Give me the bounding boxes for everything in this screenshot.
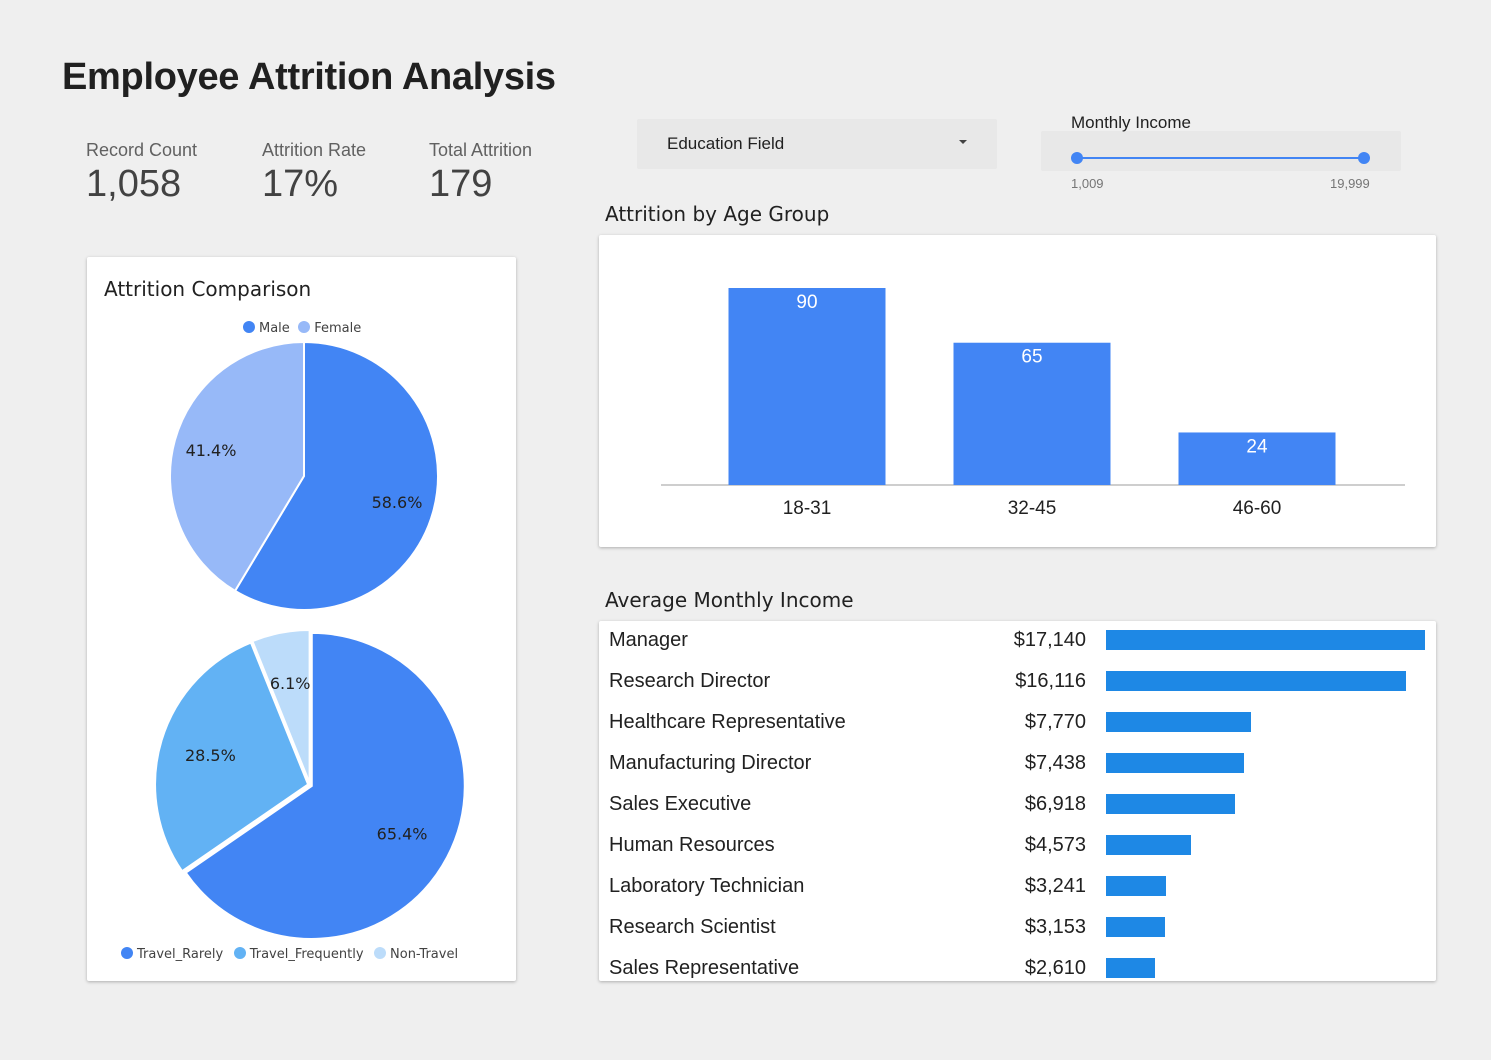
job-role-name: Healthcare Representative: [609, 711, 846, 733]
pie-data-label: 28.5%: [185, 746, 236, 765]
table-row[interactable]: Manufacturing Director $7,438: [599, 744, 1436, 785]
bar-18-31[interactable]: [728, 288, 886, 485]
table-row[interactable]: Human Resources $4,573: [599, 826, 1436, 867]
kpi-value: 17%: [262, 163, 339, 205]
attrition-pies: 58.6% 41.4% 65.4% 28.5% 6.1%: [154, 340, 466, 940]
table-row[interactable]: Healthcare Representative $7,770: [599, 703, 1436, 744]
job-role-name: Sales Executive: [609, 793, 752, 815]
slider-handle-min[interactable]: [1071, 152, 1083, 164]
slider-handle-max[interactable]: [1358, 152, 1370, 164]
attrition-comparison-card: Attrition Comparison Male Female 58.6% 41…: [87, 257, 516, 981]
job-role-name: Research Director: [609, 670, 771, 692]
job-role-name: Sales Representative: [609, 957, 800, 979]
bar-value-label: 90: [796, 292, 817, 313]
income-value: $3,241: [1024, 875, 1086, 897]
legend-dot: [374, 947, 387, 959]
job-role-name: Manufacturing Director: [609, 752, 812, 774]
income-bar: [1106, 835, 1191, 855]
income-bar: [1106, 671, 1406, 691]
kpi-label: Total Attrition: [429, 140, 533, 160]
income-value: $7,770: [1024, 711, 1086, 733]
table-row[interactable]: Sales Executive $6,918: [599, 785, 1436, 826]
chevron-down-icon: [959, 140, 967, 144]
income-value: $3,153: [1024, 916, 1086, 938]
kpi-value: 1,058: [86, 163, 182, 205]
slider-max-value: 19,999: [1330, 176, 1370, 191]
income-value: $6,918: [1024, 793, 1086, 815]
bar-value-label: 24: [1246, 436, 1268, 457]
slider-min-value: 1,009: [1071, 176, 1104, 191]
kpi-total-attrition: Total Attrition 179: [429, 140, 532, 203]
table-row[interactable]: Research Scientist $3,153: [599, 908, 1436, 949]
x-tick-label: 46-60: [1233, 498, 1282, 519]
education-field-label: Education Field: [667, 134, 785, 153]
job-role-name: Research Scientist: [609, 916, 776, 938]
travel-legend: Travel_Rarely Travel_Frequently Non-Trav…: [121, 945, 458, 963]
job-role-name: Laboratory Technician: [609, 875, 805, 897]
table-row[interactable]: Sales Representative $2,610: [599, 949, 1436, 981]
income-bar: [1106, 794, 1235, 814]
legend-item-travel-rarely[interactable]: Travel_Rarely: [121, 945, 223, 962]
age-group-card: 90 18-31 65 32-45 24 46-60: [599, 235, 1436, 547]
monthly-income-title: Monthly Income: [1071, 113, 1191, 132]
kpi-label: Attrition Rate: [262, 140, 367, 160]
pie-data-label: 41.4%: [186, 441, 237, 460]
legend-item-non-travel[interactable]: Non-Travel: [374, 945, 458, 962]
table-row[interactable]: Research Director $16,116: [599, 662, 1436, 703]
income-table-card: Manager $17,140 Research Director $16,116 He…: [599, 621, 1436, 981]
income-value: $17,140: [1013, 629, 1086, 651]
pie-data-label: 58.6%: [372, 493, 423, 512]
table-row[interactable]: Manager $17,140: [599, 621, 1436, 662]
x-tick-label: 18-31: [783, 498, 832, 519]
job-role-name: Human Resources: [609, 834, 775, 856]
kpi-attrition-rate: Attrition Rate 17%: [262, 140, 366, 203]
table-row[interactable]: Laboratory Technician $3,241: [599, 867, 1436, 908]
legend-item-travel-frequently[interactable]: Travel_Frequently: [233, 945, 364, 962]
legend-label: Travel_Frequently: [249, 947, 364, 962]
income-bar: [1106, 876, 1166, 896]
x-tick-label: 32-45: [1008, 498, 1057, 519]
income-bar: [1106, 917, 1165, 937]
gender-pie-chart: 58.6% 41.4%: [169, 340, 439, 611]
monthly-income-slider: [1041, 131, 1401, 171]
kpi-value: 179: [429, 163, 493, 205]
income-value: $7,438: [1024, 752, 1086, 774]
bar-value-label: 65: [1021, 347, 1042, 368]
kpi-record-count: Record Count 1,058: [86, 140, 197, 203]
pie-data-label: 6.1%: [270, 674, 311, 693]
job-role-name: Manager: [609, 629, 688, 651]
age-group-title: Attrition by Age Group: [605, 202, 830, 226]
kpi-label: Record Count: [86, 140, 198, 160]
income-value: $4,573: [1024, 834, 1086, 856]
income-bar: [1106, 630, 1425, 650]
income-value: $16,116: [1015, 670, 1086, 692]
legend-dot: [233, 947, 246, 959]
income-bar: [1106, 753, 1244, 773]
education-field-dropdown[interactable]: Education Field: [637, 119, 997, 169]
legend-label: Non-Travel: [390, 947, 459, 962]
pie-data-label: 65.4%: [377, 824, 428, 843]
income-bar: [1106, 958, 1155, 978]
legend-label: Travel_Rarely: [137, 947, 224, 962]
page-title: Employee Attrition Analysis: [62, 56, 556, 98]
legend-dot: [121, 947, 133, 959]
slider-track[interactable]: [1077, 157, 1365, 159]
age-group-bar-chart: 90 18-31 65 32-45 24 46-60: [661, 288, 1405, 519]
income-bar: [1106, 712, 1251, 732]
travel-pie-chart: 65.4% 28.5% 6.1%: [154, 629, 466, 940]
income-title: Average Monthly Income: [605, 588, 854, 612]
income-value: $2,610: [1024, 957, 1086, 979]
